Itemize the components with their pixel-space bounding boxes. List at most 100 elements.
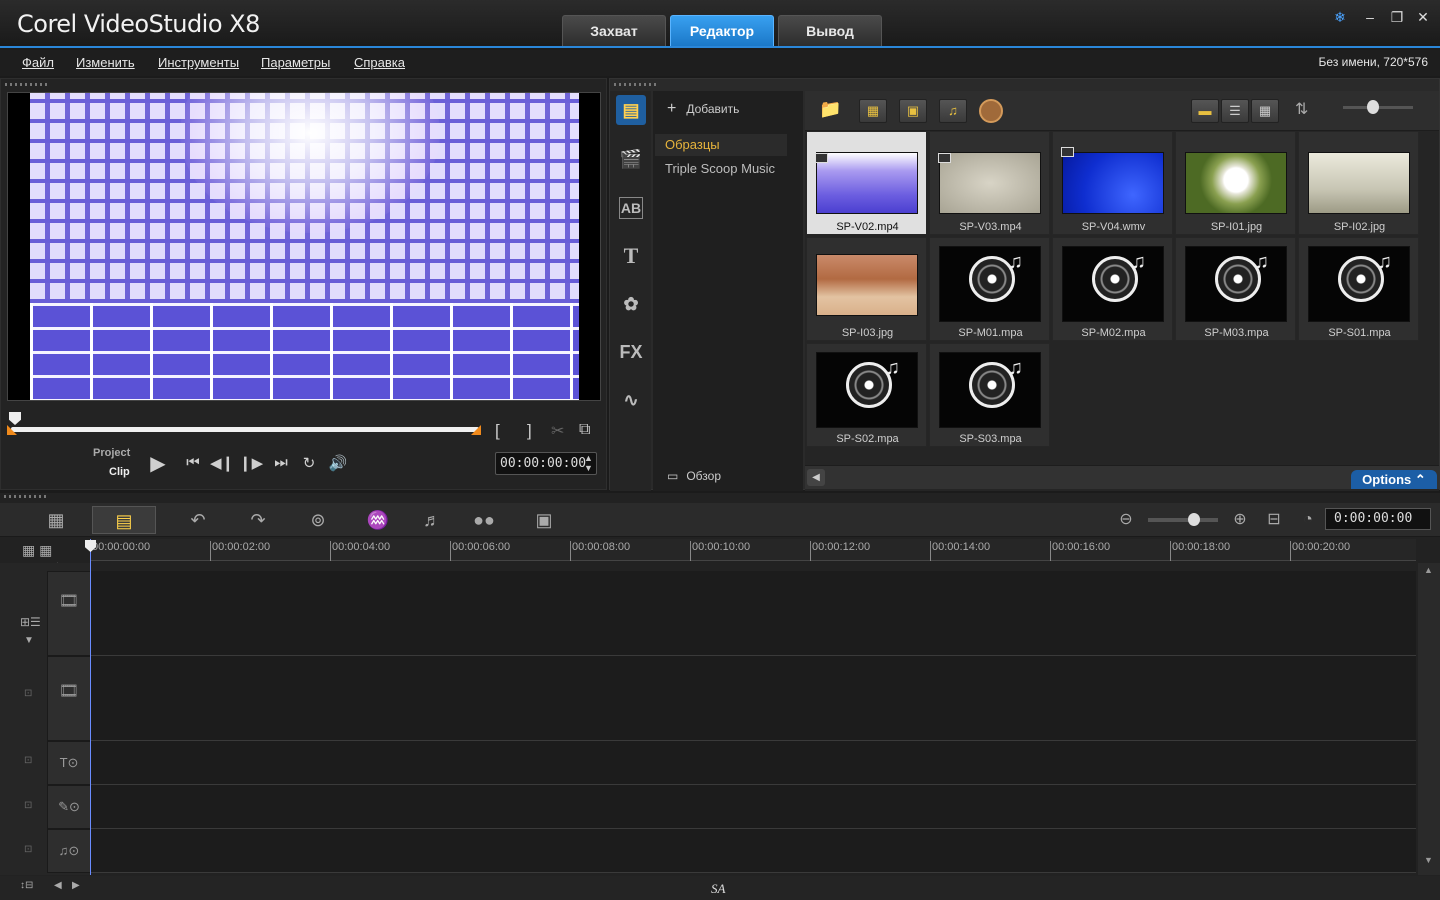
zoom-out-icon[interactable]: ⊖ bbox=[1108, 506, 1144, 534]
media-tile[interactable]: SP-V02.mp4 bbox=[806, 131, 927, 235]
scroll-right-icon[interactable]: ▶ bbox=[72, 880, 80, 891]
graphics-icon[interactable]: ✿ bbox=[616, 289, 646, 319]
sound-mixer-icon[interactable]: ♒ bbox=[360, 506, 396, 534]
play-icon[interactable]: ▶ bbox=[146, 451, 170, 476]
redo-icon[interactable]: ↷ bbox=[240, 506, 276, 534]
collapse-library-icon[interactable]: ◀ bbox=[807, 469, 825, 486]
show-photo-icon[interactable]: ▣ bbox=[899, 99, 927, 123]
media-tile[interactable]: ♫ SP-S02.mpa bbox=[806, 343, 927, 447]
lock-icon[interactable]: ⊡ bbox=[24, 800, 32, 811]
subtitle-editor-icon[interactable]: ▣ bbox=[526, 506, 562, 534]
media-tile[interactable]: SP-I02.jpg bbox=[1298, 131, 1419, 235]
media-tile[interactable]: SP-V03.mp4 bbox=[929, 131, 1050, 235]
overlay-track-header[interactable]: 🎞 bbox=[47, 656, 91, 741]
menu-settings[interactable]: Параметры bbox=[261, 55, 330, 70]
panel-grip[interactable] bbox=[5, 83, 50, 86]
scrubber-handle[interactable] bbox=[9, 412, 21, 425]
scroll-left-icon[interactable]: ◀ bbox=[54, 880, 62, 891]
previous-frame-icon[interactable]: ◀❙ bbox=[210, 454, 234, 472]
lock-icon[interactable]: ⊡ bbox=[24, 844, 32, 855]
open-folder-icon[interactable]: 📁 bbox=[819, 99, 841, 120]
lock-icon[interactable]: ⊡ bbox=[24, 688, 32, 699]
media-tile[interactable]: ♫ SP-M03.mpa bbox=[1175, 237, 1296, 341]
options-button[interactable]: Options ⌃ bbox=[1351, 470, 1437, 489]
voice-track[interactable] bbox=[91, 785, 1416, 829]
mark-in-button[interactable]: [ bbox=[495, 421, 500, 441]
media-tile[interactable]: SP-I01.jpg bbox=[1175, 131, 1296, 235]
mode-clip[interactable]: Clip bbox=[109, 466, 130, 478]
overlay-track[interactable] bbox=[91, 656, 1416, 741]
track-manager-icon[interactable]: ▦ ▦ bbox=[22, 542, 52, 559]
enlarge-preview-icon[interactable]: ⧉ bbox=[579, 421, 590, 439]
media-tile[interactable]: ♫ SP-M01.mpa bbox=[929, 237, 1050, 341]
mode-project[interactable]: Project bbox=[93, 447, 130, 459]
menu-edit[interactable]: Изменить bbox=[76, 55, 135, 70]
fx-filter-icon[interactable]: FX bbox=[616, 337, 646, 367]
browse-button[interactable]: ▭ Обзор bbox=[667, 469, 721, 483]
zoom-in-icon[interactable]: ⊕ bbox=[1222, 506, 1258, 534]
menu-file[interactable]: Файл bbox=[22, 55, 54, 70]
add-folder-button[interactable]: + Добавить bbox=[667, 100, 739, 118]
media-tile[interactable]: SP-V04.wmv bbox=[1052, 131, 1173, 235]
fit-project-icon[interactable]: ⊟ bbox=[1256, 506, 1292, 534]
player-timecode[interactable]: 00:00:00:00 bbox=[495, 452, 597, 475]
minimize-icon[interactable]: – bbox=[1360, 8, 1380, 26]
zoom-slider-handle[interactable] bbox=[1188, 513, 1200, 526]
view-grid-icon[interactable]: ▦ bbox=[1251, 99, 1279, 123]
media-library-icon[interactable]: ▤ bbox=[616, 95, 646, 125]
record-capture-icon[interactable]: ⊚ bbox=[300, 506, 336, 534]
motion-tracking-icon[interactable]: ●● bbox=[466, 506, 502, 534]
panel-grip[interactable] bbox=[614, 83, 659, 86]
storyboard-view-icon[interactable]: ▦ bbox=[38, 506, 74, 534]
folder-samples[interactable]: Образцы bbox=[655, 134, 787, 156]
ripple-dropdown-icon[interactable]: ▼ bbox=[24, 635, 34, 646]
voice-track-header[interactable]: ✎⊙ bbox=[47, 785, 91, 829]
split-clip-icon[interactable]: ✂ bbox=[551, 421, 564, 441]
music-track-header[interactable]: ♫⊙ bbox=[47, 829, 91, 873]
project-duration-icon[interactable]: ◔ bbox=[1290, 506, 1326, 534]
repeat-icon[interactable]: ↻ bbox=[297, 454, 321, 472]
vertical-scrollbar[interactable]: ▲ ▼ bbox=[1418, 563, 1440, 875]
next-frame-icon[interactable]: ❙▶ bbox=[239, 454, 263, 472]
title-track[interactable] bbox=[91, 741, 1416, 785]
volume-icon[interactable]: 🔊 bbox=[326, 454, 350, 472]
media-tile[interactable]: ♫ SP-S03.mpa bbox=[929, 343, 1050, 447]
zoom-slider[interactable] bbox=[1148, 518, 1218, 522]
track-sizing-icon[interactable]: ↕⊟ bbox=[20, 880, 33, 891]
scroll-up-icon[interactable]: ▲ bbox=[1424, 565, 1433, 575]
video-track-header[interactable]: 🎞 bbox=[47, 571, 91, 656]
title-track-header[interactable]: T⊙ bbox=[47, 741, 91, 785]
playhead[interactable] bbox=[90, 539, 91, 875]
auto-music-icon[interactable]: ♬ bbox=[414, 506, 450, 534]
tab-capture[interactable]: Захват bbox=[562, 15, 666, 46]
timeline-view-icon[interactable]: ▤ bbox=[92, 506, 156, 534]
go-to-start-icon[interactable]: ⏮ bbox=[181, 454, 205, 471]
tab-editor[interactable]: Редактор bbox=[670, 15, 774, 46]
view-thumbnail-icon[interactable]: ▬ bbox=[1191, 99, 1219, 123]
menu-help[interactable]: Справка bbox=[354, 55, 405, 70]
ripple-editing-icon[interactable]: ⊞☰ bbox=[20, 615, 41, 629]
time-ruler[interactable]: 00:00:00:00 00:00:02:00 00:00:04:00 00:0… bbox=[90, 539, 1416, 561]
media-tile[interactable]: ♫ SP-S01.mpa bbox=[1298, 237, 1419, 341]
go-to-end-icon[interactable]: ⏭ bbox=[269, 454, 293, 471]
media-tile[interactable]: SP-I03.jpg bbox=[806, 237, 927, 341]
panel-grip[interactable] bbox=[4, 495, 49, 498]
scrubber-bar[interactable] bbox=[11, 427, 479, 432]
restore-icon[interactable]: ❐ bbox=[1387, 8, 1407, 26]
sort-category-icon[interactable] bbox=[979, 99, 1003, 123]
video-track[interactable] bbox=[91, 571, 1416, 656]
music-track[interactable] bbox=[91, 829, 1416, 873]
view-list-icon[interactable]: ☰ bbox=[1221, 99, 1249, 123]
close-icon[interactable]: ✕ bbox=[1413, 8, 1433, 26]
transition-icon[interactable]: AB bbox=[619, 197, 643, 219]
show-video-icon[interactable]: ▦ bbox=[859, 99, 887, 123]
timeline-timecode[interactable]: 0:00:00:00 bbox=[1325, 508, 1431, 530]
undo-icon[interactable]: ↶ bbox=[180, 506, 216, 534]
scroll-down-icon[interactable]: ▼ bbox=[1424, 855, 1433, 865]
lock-icon[interactable]: ⊡ bbox=[24, 755, 32, 766]
show-audio-icon[interactable]: ♫ bbox=[939, 99, 967, 123]
sort-icon[interactable]: ⇅ bbox=[1295, 99, 1308, 119]
help-globe-icon[interactable]: ❄ bbox=[1330, 8, 1350, 26]
mark-out-button[interactable]: ] bbox=[527, 421, 532, 441]
menu-tools[interactable]: Инструменты bbox=[158, 55, 239, 70]
